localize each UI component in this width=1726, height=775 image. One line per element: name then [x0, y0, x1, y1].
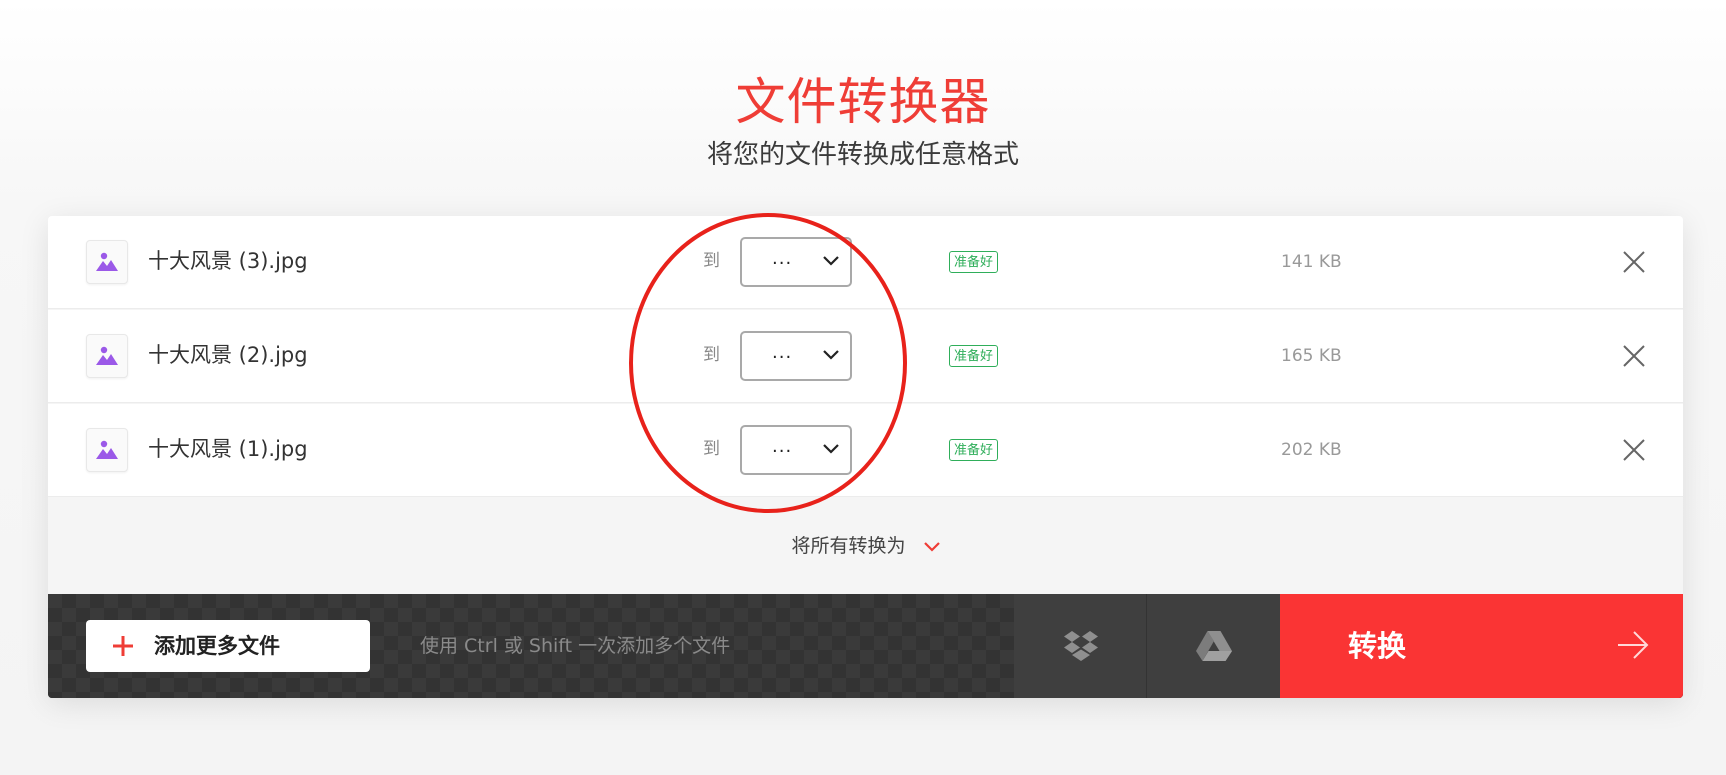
format-select[interactable]: ...: [740, 331, 852, 381]
page-subtitle: 将您的文件转换成任意格式: [706, 140, 1019, 170]
file-size: 165 KB: [1281, 346, 1342, 366]
dropbox-button[interactable]: [1014, 594, 1147, 698]
format-value: ...: [772, 248, 793, 269]
page-title: 文件转换器: [735, 73, 991, 131]
file-row: 十大风景 (2).jpg 到 ... 准备好 165 KB: [48, 310, 1683, 403]
convert-label: 转换: [1348, 629, 1407, 663]
status-badge: 准备好: [949, 345, 999, 367]
chevron-down-icon: [823, 350, 839, 360]
format-select[interactable]: ...: [740, 237, 852, 287]
add-more-files-button[interactable]: 添加更多文件: [86, 620, 370, 672]
image-file-icon: [86, 428, 128, 472]
google-drive-button[interactable]: [1147, 594, 1280, 698]
to-label: 到: [703, 345, 720, 365]
plus-icon: [113, 636, 133, 656]
converter-panel: 十大风景 (3).jpg 到 ... 准备好 141 KB 十大风景 (2).j…: [48, 216, 1683, 698]
file-row: 十大风景 (3).jpg 到 ... 准备好 141 KB: [48, 216, 1683, 309]
dropbox-icon: [1064, 631, 1098, 661]
add-more-label: 添加更多文件: [154, 634, 280, 658]
arrow-right-icon: [1618, 631, 1649, 659]
google-drive-icon: [1196, 631, 1232, 661]
status-badge: 准备好: [949, 251, 999, 273]
convert-all-section: 将所有转换为: [48, 501, 1683, 594]
file-name: 十大风景 (2).jpg: [148, 343, 308, 367]
action-bar: 添加更多文件 使用 Ctrl 或 Shift 一次添加多个文件 转换: [48, 594, 1683, 698]
format-value: ...: [772, 436, 793, 457]
chevron-down-icon: [823, 256, 839, 266]
convert-all-label: 将所有转换为: [791, 535, 906, 557]
chevron-down-icon: [823, 444, 839, 454]
format-select[interactable]: ...: [740, 425, 852, 475]
to-label: 到: [703, 439, 720, 459]
close-icon: [1623, 345, 1645, 367]
convert-all-dropdown[interactable]: 将所有转换为: [791, 531, 940, 561]
status-badge: 准备好: [949, 439, 999, 461]
remove-file-button[interactable]: [1622, 344, 1646, 368]
close-icon: [1623, 251, 1645, 273]
image-file-icon: [86, 334, 128, 378]
file-name: 十大风景 (1).jpg: [148, 437, 308, 461]
format-value: ...: [772, 342, 793, 363]
file-row: 十大风景 (1).jpg 到 ... 准备好 202 KB: [48, 404, 1683, 497]
image-file-icon: [86, 240, 128, 284]
convert-button[interactable]: 转换: [1280, 594, 1683, 698]
file-size: 141 KB: [1281, 252, 1342, 272]
close-icon: [1623, 439, 1645, 461]
file-size: 202 KB: [1281, 440, 1342, 460]
remove-file-button[interactable]: [1622, 438, 1646, 462]
multi-select-hint: 使用 Ctrl 或 Shift 一次添加多个文件: [420, 635, 731, 657]
file-name: 十大风景 (3).jpg: [148, 249, 308, 273]
chevron-down-icon: [923, 541, 940, 552]
to-label: 到: [703, 251, 720, 271]
remove-file-button[interactable]: [1622, 250, 1646, 274]
